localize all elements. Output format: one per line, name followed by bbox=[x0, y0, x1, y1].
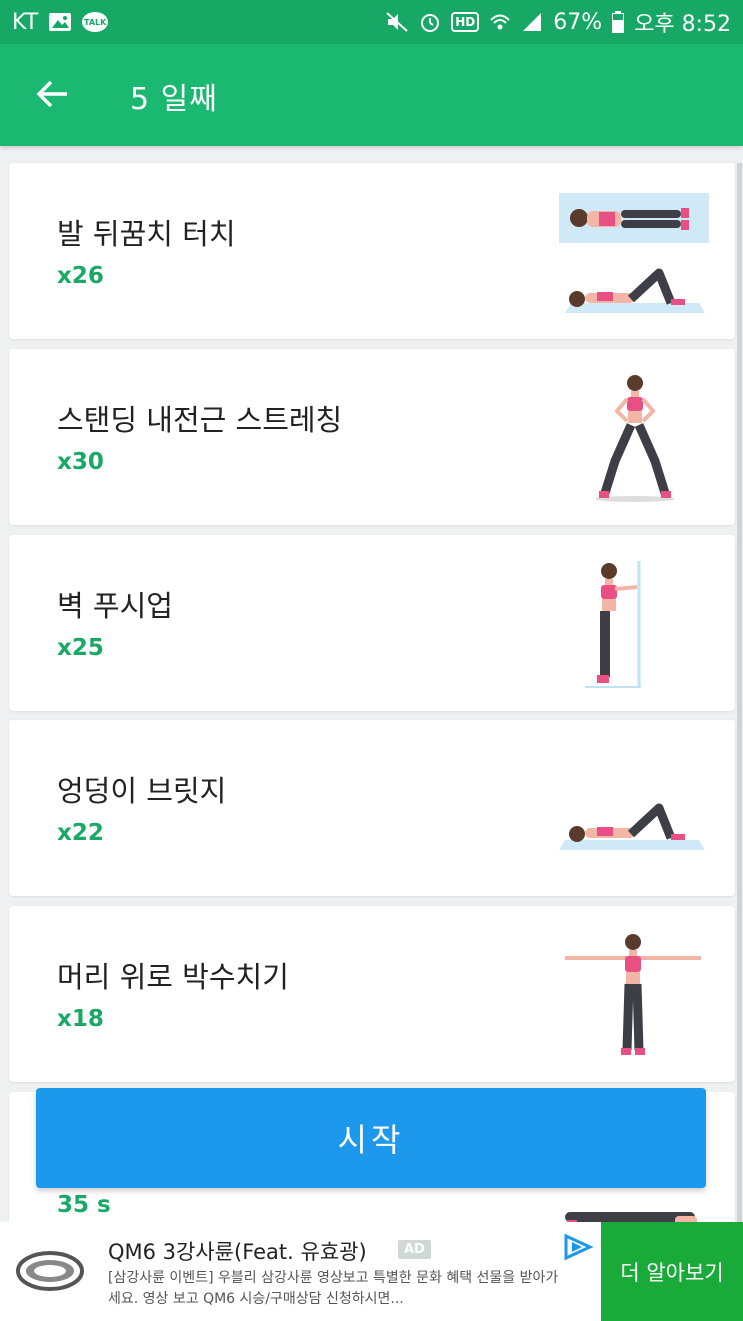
exercise-name: 엉덩이 브릿지 bbox=[57, 774, 227, 808]
exercise-reps: x26 bbox=[57, 263, 104, 289]
standing-adductor-stretch-illustration bbox=[595, 375, 675, 502]
adchoices-icon[interactable] bbox=[560, 1232, 596, 1262]
renault-samsung-logo bbox=[16, 1251, 84, 1291]
ad-description: [삼강사륜 이벤트] 우블리 삼강사륜 영상보고 특별한 문화 혜택 선물을 받… bbox=[108, 1270, 559, 1307]
clock: 오후 8:52 bbox=[634, 12, 731, 37]
exercise-name: 스탠딩 내전근 스트레칭 bbox=[57, 403, 343, 437]
exercise-card[interactable]: 발 뒤꿈치 터치 x26 bbox=[9, 163, 735, 339]
carrier-label: KT bbox=[12, 9, 39, 35]
ad-banner[interactable]: QM6 3강사륜(Feat. 유효광) AD [삼강사륜 이벤트] 우블리 삼강… bbox=[0, 1222, 743, 1321]
ad-title[interactable]: QM6 3강사륜(Feat. 유효광) bbox=[108, 1236, 367, 1266]
back-button[interactable] bbox=[30, 72, 74, 116]
exercise-card[interactable]: 벽 푸시업 x25 bbox=[9, 535, 735, 711]
wall-pushup-illustration bbox=[585, 561, 641, 688]
battery-icon bbox=[612, 11, 625, 33]
ad-badge: AD bbox=[398, 1240, 431, 1259]
arrow-left-icon bbox=[36, 80, 67, 108]
exercise-name: 벽 푸시업 bbox=[57, 589, 173, 623]
exercise-reps: x25 bbox=[57, 635, 104, 661]
signal-icon bbox=[521, 12, 543, 32]
overhead-clap-illustration bbox=[565, 934, 701, 1055]
wifi-icon bbox=[489, 12, 511, 32]
ad-learn-more-button[interactable]: 더 알아보기 bbox=[601, 1222, 743, 1321]
exercise-card[interactable]: 스탠딩 내전근 스트레칭 x30 bbox=[9, 349, 735, 525]
alarm-icon bbox=[419, 11, 441, 33]
glute-bridge-illustration bbox=[559, 803, 705, 850]
exercise-card[interactable]: 머리 위로 박수치기 x18 bbox=[9, 906, 735, 1082]
exercise-reps: 35 s bbox=[57, 1192, 111, 1218]
scrollbar[interactable] bbox=[737, 163, 742, 1223]
mute-icon bbox=[385, 11, 409, 33]
app-bar: 5 일째 bbox=[0, 44, 743, 146]
exercise-reps: x22 bbox=[57, 820, 104, 846]
exercise-card[interactable]: 엉덩이 브릿지 x22 bbox=[9, 720, 735, 896]
heel-touch-illustration bbox=[559, 193, 709, 313]
exercise-reps: x18 bbox=[57, 1006, 104, 1032]
hd-voice-icon: HD bbox=[451, 12, 480, 32]
kakaotalk-icon: TALK bbox=[82, 12, 109, 32]
battery-percent: 67% bbox=[553, 9, 603, 35]
exercise-name: 발 뒤꿈치 터치 bbox=[57, 217, 236, 251]
start-button[interactable]: 시작 bbox=[36, 1088, 706, 1188]
exercise-reps: x30 bbox=[57, 449, 104, 475]
status-bar: KT TALK HD 67% 오후 8:52 bbox=[0, 0, 743, 44]
exercise-name: 머리 위로 박수치기 bbox=[57, 960, 289, 994]
page-title: 5 일째 bbox=[130, 82, 218, 117]
gallery-icon bbox=[48, 12, 72, 32]
